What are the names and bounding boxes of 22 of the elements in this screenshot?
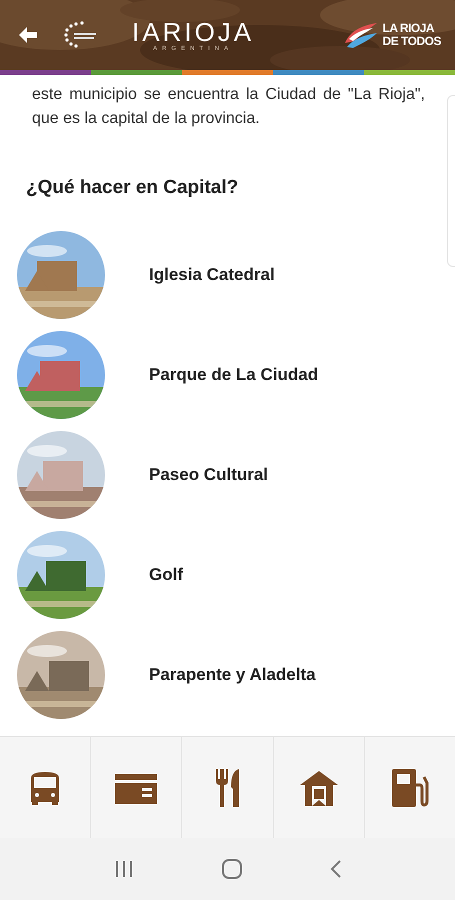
place-name: Parque de La Ciudad <box>149 365 318 385</box>
place-item[interactable]: Paseo Cultural <box>17 425 455 525</box>
flag-swoosh-icon <box>342 21 379 49</box>
section-heading: ¿Qué hacer en Capital? <box>26 177 240 199</box>
logo-text: LA RIOJA <box>382 22 436 35</box>
logo-text: DE TODOS <box>382 35 441 48</box>
place-name: Golf <box>149 565 183 585</box>
place-name: Paseo Cultural <box>149 465 268 485</box>
place-name: Iglesia Catedral <box>149 265 275 285</box>
back-chevron-icon <box>330 859 342 879</box>
fuel-pump-icon <box>390 766 430 808</box>
place-item[interactable]: Iglesia Catedral <box>17 225 455 325</box>
place-item[interactable]: Parque de La Ciudad <box>17 325 455 425</box>
place-name: Parapente y Aladelta <box>149 665 316 685</box>
recent-apps-icon <box>114 860 134 878</box>
logo-text: IARIOJA <box>132 18 254 46</box>
home-icon <box>220 858 242 880</box>
place-item[interactable]: Parapente y Aladelta <box>17 625 455 725</box>
place-item[interactable]: Golf <box>17 525 455 625</box>
back-arrow-icon <box>18 26 38 44</box>
house-icon <box>298 768 339 806</box>
description-text: este municipio se encuentra la Ciudad de "La Rioja", que es la capital de la provincia. <box>32 85 425 129</box>
